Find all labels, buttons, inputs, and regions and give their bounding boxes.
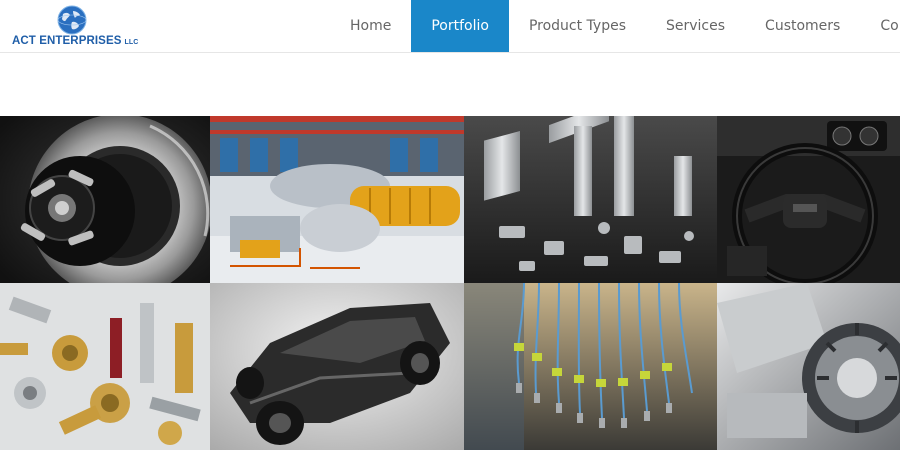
nav-home[interactable]: Home: [330, 0, 411, 52]
site-header: ACT ENTERPRISES LLC Home Portfolio Produc…: [0, 0, 900, 53]
portfolio-item-steering-wheel[interactable]: [717, 116, 900, 283]
portfolio-item-turbine-plant[interactable]: [210, 116, 464, 283]
portfolio-item-machined-parts[interactable]: [0, 283, 210, 450]
brand-name-text: ACT ENTERPRISES: [12, 35, 122, 47]
company-logo[interactable]: ACT ENTERPRISES LLC: [10, 2, 140, 50]
engine-gear-image: [717, 283, 900, 450]
brand-name: ACT ENTERPRISES LLC: [12, 35, 138, 47]
main-nav: Home Portfolio Product Types Services Cu…: [330, 0, 900, 52]
nav-contact[interactable]: Contact: [860, 0, 900, 52]
steering-wheel-image: [717, 116, 900, 283]
brake-disc-image: [0, 116, 210, 283]
portfolio-item-engine-gear[interactable]: [717, 283, 900, 450]
wire-harness-image: [464, 283, 717, 450]
portfolio-item-wire-harness[interactable]: [464, 283, 717, 450]
nav-portfolio[interactable]: Portfolio: [411, 0, 509, 52]
portfolio-item-aluminum-profile-fittings[interactable]: [464, 116, 717, 283]
portfolio-grid: [0, 116, 900, 450]
globe-icon: [57, 5, 87, 35]
nav-customers[interactable]: Customers: [745, 0, 860, 52]
machined-parts-image: [0, 283, 210, 450]
car-chassis-image: [210, 283, 464, 450]
portfolio-item-car-chassis[interactable]: [210, 283, 464, 450]
brand-suffix: LLC: [124, 39, 139, 46]
nav-services[interactable]: Services: [646, 0, 745, 52]
turbine-plant-image: [210, 116, 464, 283]
nav-product-types[interactable]: Product Types: [509, 0, 646, 52]
aluminum-fittings-image: [464, 116, 717, 283]
portfolio-item-brake-disc[interactable]: [0, 116, 210, 283]
